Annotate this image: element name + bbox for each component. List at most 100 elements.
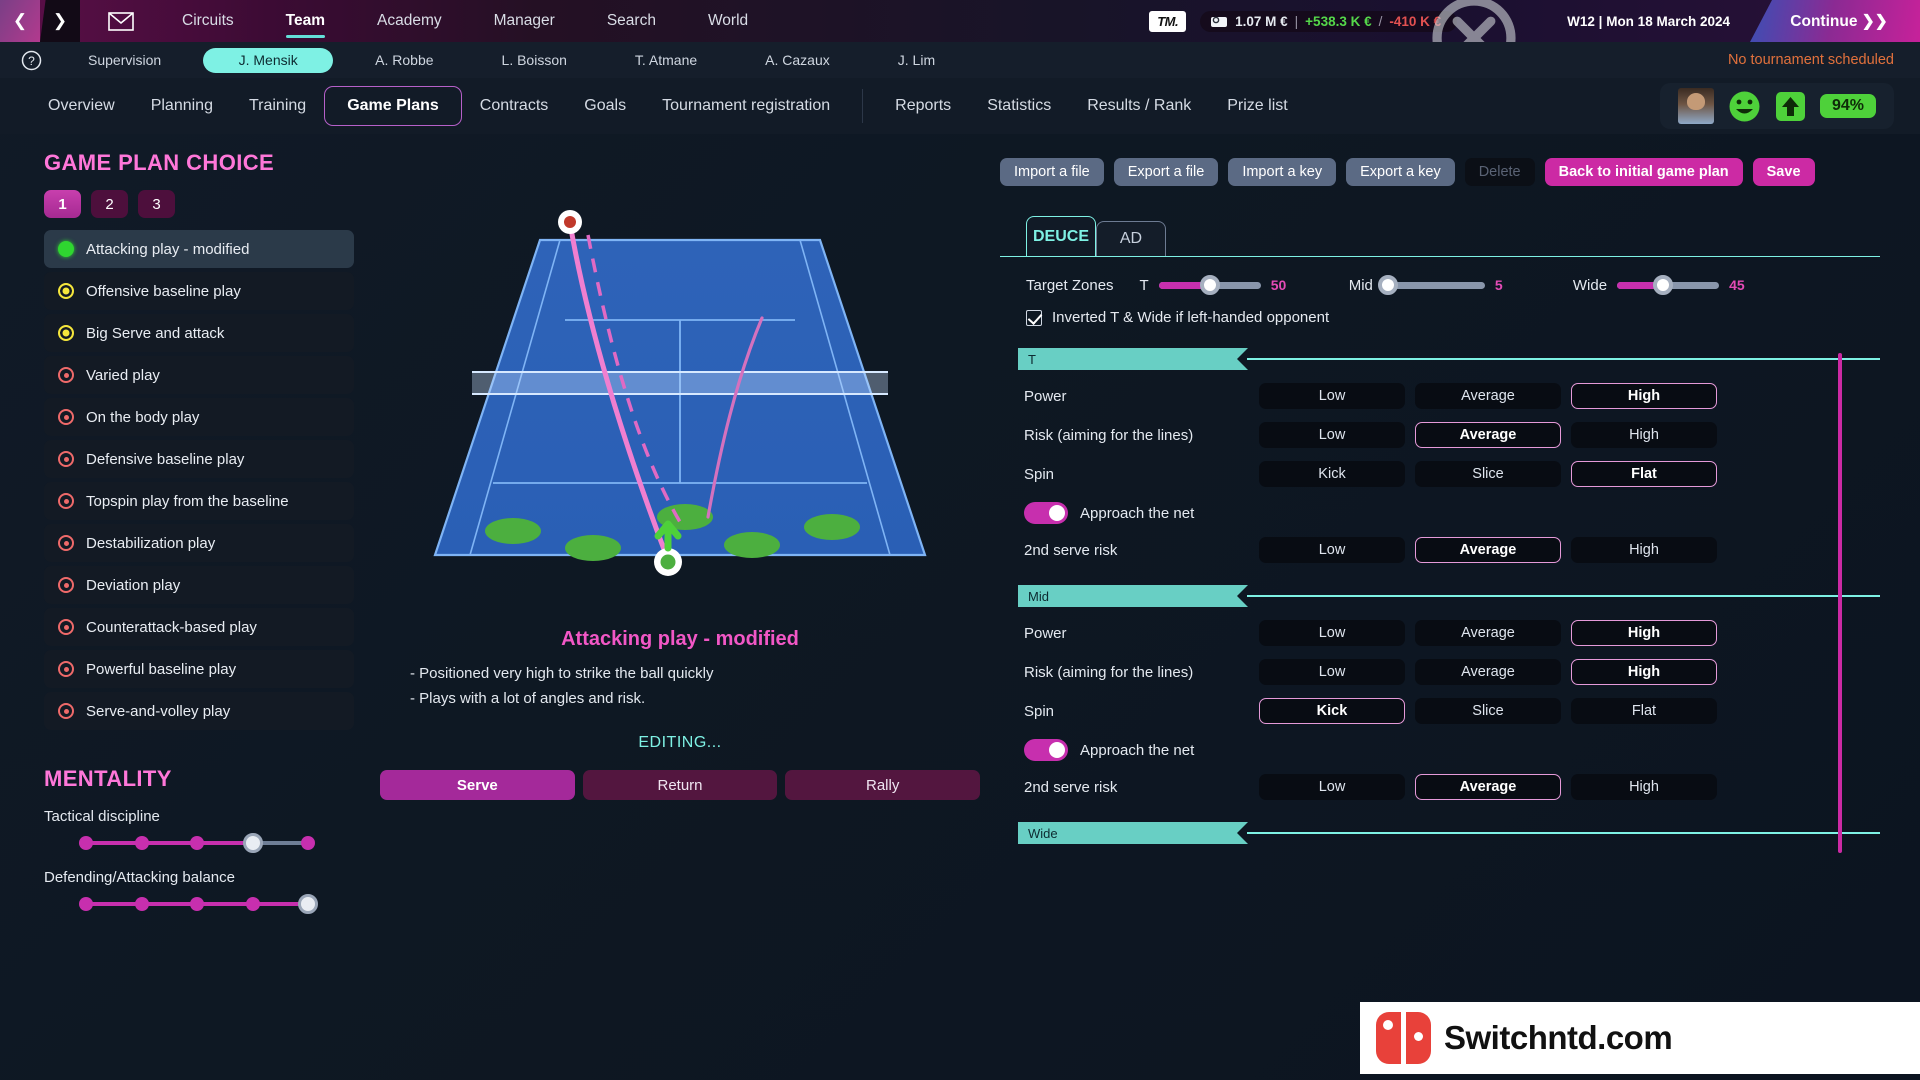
- option-low[interactable]: Low: [1259, 774, 1405, 800]
- tennis-court-diagram[interactable]: [380, 200, 980, 620]
- option-low[interactable]: Low: [1259, 383, 1405, 409]
- plan-list-item[interactable]: Destabilization play: [44, 524, 354, 562]
- nav-item-team[interactable]: Team: [260, 0, 351, 42]
- player-tab-l-boisson[interactable]: L. Boisson: [476, 48, 593, 73]
- nav-item-world[interactable]: World: [682, 0, 774, 42]
- game-date: W12 | Mon 18 March 2024: [1567, 13, 1730, 29]
- option-low[interactable]: Low: [1259, 537, 1405, 563]
- option-slice[interactable]: Slice: [1415, 698, 1561, 724]
- option-high[interactable]: High: [1571, 620, 1717, 646]
- side-tab-deuce[interactable]: DEUCE: [1026, 216, 1096, 256]
- option-average[interactable]: Average: [1415, 659, 1561, 685]
- section-tab-prize-list[interactable]: Prize list: [1209, 86, 1305, 126]
- option-high[interactable]: High: [1571, 383, 1717, 409]
- plan-list-item[interactable]: Serve-and-volley play: [44, 692, 354, 730]
- toolbar-button-import-a-file[interactable]: Import a file: [1000, 158, 1104, 186]
- player-tab-j-mensik[interactable]: J. Mensik: [203, 47, 334, 73]
- plan-list-item[interactable]: Varied play: [44, 356, 354, 394]
- approach-net-toggle[interactable]: [1024, 739, 1068, 761]
- mail-icon[interactable]: [86, 11, 156, 31]
- section-tab-overview[interactable]: Overview: [30, 86, 133, 126]
- nav-item-search[interactable]: Search: [581, 0, 682, 42]
- approach-net-toggle[interactable]: [1024, 502, 1068, 524]
- money-separator: |: [1294, 13, 1299, 29]
- zone-slider-knob[interactable]: [1377, 275, 1398, 295]
- plan-item-label: Destabilization play: [86, 534, 216, 552]
- zone-slider-mid[interactable]: [1377, 275, 1485, 295]
- mentality-slider[interactable]: [79, 894, 318, 914]
- option-high[interactable]: High: [1571, 659, 1717, 685]
- plan-list-item[interactable]: Deviation play: [44, 566, 354, 604]
- section-tab-results-rank[interactable]: Results / Rank: [1069, 86, 1209, 126]
- option-slice[interactable]: Slice: [1415, 461, 1561, 487]
- plan-list-item[interactable]: Powerful baseline play: [44, 650, 354, 688]
- zone-slider-knob[interactable]: [1652, 275, 1673, 295]
- toolbar-button-export-a-file[interactable]: Export a file: [1113, 158, 1219, 186]
- inverted-zones-checkbox-row[interactable]: Inverted T & Wide if left-handed opponen…: [1026, 309, 1880, 326]
- nav-item-manager[interactable]: Manager: [468, 0, 581, 42]
- panel-scrollbar[interactable]: [1838, 353, 1842, 853]
- plan-list-item[interactable]: Big Serve and attack: [44, 314, 354, 352]
- back-button[interactable]: ❮: [0, 0, 40, 42]
- option-low[interactable]: Low: [1259, 422, 1405, 448]
- section-tab-contracts[interactable]: Contracts: [462, 86, 566, 126]
- phase-button-return[interactable]: Return: [582, 770, 778, 800]
- section-tab-reports[interactable]: Reports: [877, 86, 969, 126]
- option-average[interactable]: Average: [1415, 537, 1561, 563]
- left-column: GAME PLAN CHOICE 123 Attacking play - mo…: [44, 150, 354, 914]
- player-tab-t-atmane[interactable]: T. Atmane: [609, 48, 723, 73]
- option-low[interactable]: Low: [1259, 659, 1405, 685]
- option-high[interactable]: High: [1571, 774, 1717, 800]
- toolbar-button-import-a-key[interactable]: Import a key: [1228, 158, 1337, 186]
- option-average[interactable]: Average: [1415, 422, 1561, 448]
- section-tab-game-plans[interactable]: Game Plans: [324, 86, 462, 126]
- inverted-zones-checkbox[interactable]: [1026, 309, 1042, 326]
- zone-slider-t[interactable]: [1158, 275, 1261, 295]
- phase-button-serve[interactable]: Serve: [380, 770, 575, 800]
- continue-button[interactable]: Continue ❯❯: [1750, 0, 1920, 42]
- nav-item-academy[interactable]: Academy: [351, 0, 468, 42]
- plan-list-item[interactable]: On the body play: [44, 398, 354, 436]
- option-average[interactable]: Average: [1415, 620, 1561, 646]
- option-high[interactable]: High: [1571, 422, 1717, 448]
- section-tab-tournament-registration[interactable]: Tournament registration: [644, 86, 848, 126]
- nav-item-circuits[interactable]: Circuits: [156, 0, 260, 42]
- slider-handle[interactable]: [242, 833, 263, 853]
- player-tab-supervision[interactable]: Supervision: [62, 48, 187, 73]
- plan-list-item[interactable]: Offensive baseline play: [44, 272, 354, 310]
- option-average[interactable]: Average: [1415, 774, 1561, 800]
- side-tab-ad[interactable]: AD: [1096, 221, 1166, 256]
- section-tab-statistics[interactable]: Statistics: [969, 86, 1069, 126]
- mentality-slider[interactable]: [79, 833, 315, 853]
- section-tab-training[interactable]: Training: [231, 86, 324, 126]
- option-high[interactable]: High: [1571, 537, 1717, 563]
- player-tab-a-cazaux[interactable]: A. Cazaux: [739, 48, 856, 73]
- zone-slider-knob[interactable]: [1199, 275, 1220, 295]
- plan-list-item[interactable]: Defensive baseline play: [44, 440, 354, 478]
- forward-button[interactable]: ❯: [40, 0, 80, 42]
- game-plan-slot-1[interactable]: 1: [44, 190, 81, 218]
- option-kick[interactable]: Kick: [1259, 698, 1405, 724]
- option-low[interactable]: Low: [1259, 620, 1405, 646]
- phase-button-rally[interactable]: Rally: [785, 770, 981, 800]
- player-tab-a-robbe[interactable]: A. Robbe: [349, 48, 459, 73]
- option-average[interactable]: Average: [1415, 383, 1561, 409]
- zone-slider-wide[interactable]: [1617, 275, 1720, 295]
- section-tab-planning[interactable]: Planning: [133, 86, 231, 126]
- toolbar-button-delete[interactable]: Delete: [1464, 158, 1535, 186]
- player-tab-j-lim[interactable]: J. Lim: [872, 48, 961, 73]
- plan-list-item[interactable]: Counterattack-based play: [44, 608, 354, 646]
- game-plan-slot-3[interactable]: 3: [138, 190, 175, 218]
- toolbar-button-save[interactable]: Save: [1752, 158, 1815, 186]
- option-flat[interactable]: Flat: [1571, 698, 1717, 724]
- option-kick[interactable]: Kick: [1259, 461, 1405, 487]
- option-flat[interactable]: Flat: [1571, 461, 1717, 487]
- toolbar-button-export-a-key[interactable]: Export a key: [1346, 158, 1455, 186]
- plan-list-item[interactable]: Topspin play from the baseline: [44, 482, 354, 520]
- toolbar-button-back-to-initial-game-plan[interactable]: Back to initial game plan: [1544, 158, 1743, 186]
- slider-handle[interactable]: [298, 894, 318, 914]
- game-plan-slot-2[interactable]: 2: [91, 190, 128, 218]
- plan-list-item[interactable]: Attacking play - modified: [44, 230, 354, 268]
- help-icon[interactable]: ?: [0, 50, 62, 71]
- section-tab-goals[interactable]: Goals: [566, 86, 644, 126]
